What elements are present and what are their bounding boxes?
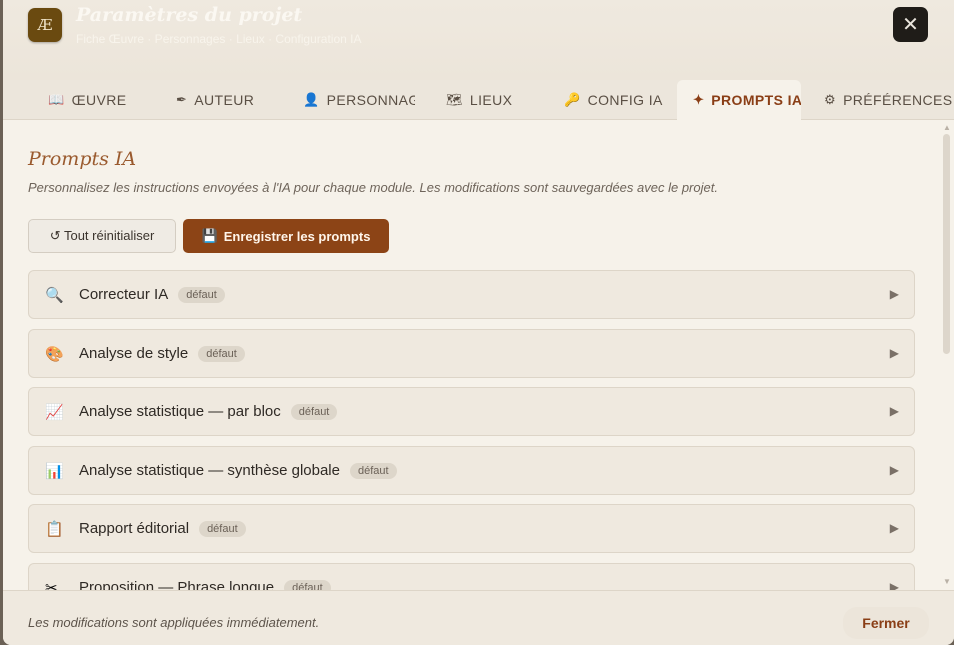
scroll-thumb[interactable]: [943, 134, 950, 354]
default-badge: défaut: [349, 462, 397, 479]
save-prompts-label: Enregistrer les prompts: [223, 228, 371, 244]
tab-preferences[interactable]: ⚙ PRÉFÉRENCES: [824, 80, 952, 120]
tab-prompts-ia[interactable]: ✦ PROMPTS IA: [677, 80, 801, 120]
content-area: Prompts IA Personnalisez les instruction…: [3, 120, 941, 590]
tab-label: PROMPTS IA: [711, 92, 801, 108]
sparkle-icon: ✦: [693, 92, 705, 107]
content-scrollbar[interactable]: ▲ ▼: [940, 120, 954, 590]
magnifier-icon: 🔍: [45, 286, 64, 304]
key-icon: 🔑: [564, 92, 581, 107]
prompt-label: Rapport éditorial: [79, 520, 190, 537]
tab-label: ŒUVRE: [71, 92, 127, 108]
section-description: Personnalisez les instructions envoyées …: [28, 180, 718, 195]
prompt-label: Analyse statistique — synthèse globale: [79, 462, 340, 479]
expand-arrow-icon: ▶: [889, 463, 899, 477]
tab-lieux[interactable]: 🗺 LIEUX: [446, 80, 546, 120]
clipboard-icon: 📋: [45, 520, 64, 538]
scroll-down-icon[interactable]: ▼: [943, 577, 951, 586]
map-icon: 🗺: [446, 92, 463, 107]
modal-footer: Les modifications sont appliquées immédi…: [3, 590, 954, 645]
tab-oeuvre[interactable]: 📖 ŒUVRE: [48, 80, 158, 120]
prompt-item-style[interactable]: 🎨 Analyse de style défaut ▶: [28, 329, 915, 378]
scroll-up-icon[interactable]: ▲: [943, 123, 951, 132]
expand-arrow-icon: ▶: [889, 580, 899, 590]
tab-label: AUTEUR: [194, 92, 255, 108]
tab-label: PERSONNAGES: [326, 92, 415, 108]
settings-modal: Æ Paramètres du projet Fiche Œuvre · Per…: [3, 0, 954, 645]
modal-title: Paramètres du projet: [76, 4, 303, 26]
section-title: Prompts IA: [28, 148, 137, 170]
modal-subtitle: Fiche Œuvre · Personnages · Lieux · Conf…: [76, 32, 362, 46]
gear-icon: ⚙: [824, 92, 837, 107]
prompt-item-stats-globale[interactable]: 📊 Analyse statistique — synthèse globale…: [28, 446, 915, 495]
expand-arrow-icon: ▶: [889, 521, 899, 535]
default-badge: défaut: [199, 520, 246, 537]
pen-icon: ✒: [176, 92, 188, 107]
modal-header: Æ Paramètres du projet Fiche Œuvre · Per…: [3, 0, 954, 80]
line-chart-icon: 📈: [45, 403, 64, 421]
tab-bar: 📖 ŒUVRE ✒ AUTEUR 👤 PERSONNAGES 🗺 LIEUX 🔑…: [3, 80, 954, 120]
prompt-label: Correcteur IA: [79, 286, 169, 303]
tab-label: PRÉFÉRENCES: [843, 92, 952, 108]
expand-arrow-icon: ▶: [889, 287, 899, 301]
expand-arrow-icon: ▶: [889, 346, 899, 360]
prompt-label: Proposition — Phrase longue: [79, 579, 275, 590]
tab-config-ia[interactable]: 🔑 CONFIG IA: [564, 80, 674, 120]
palette-icon: 🎨: [45, 345, 64, 363]
reset-all-button[interactable]: ↺ Tout réinitialiser: [28, 219, 176, 253]
prompt-item-stats-bloc[interactable]: 📈 Analyse statistique — par bloc défaut …: [28, 387, 915, 436]
tab-personnages[interactable]: 👤 PERSONNAGES: [303, 80, 415, 120]
close-icon: ✕: [902, 14, 919, 36]
prompt-item-correcteur[interactable]: 🔍 Correcteur IA défaut ▶: [28, 270, 915, 319]
footer-note: Les modifications sont appliquées immédi…: [28, 615, 320, 630]
default-badge: défaut: [284, 579, 331, 590]
expand-arrow-icon: ▶: [889, 404, 899, 418]
person-icon: 👤: [303, 92, 320, 107]
prompt-label: Analyse de style: [79, 345, 189, 362]
prompt-item-rapport[interactable]: 📋 Rapport éditorial défaut ▶: [28, 504, 915, 553]
save-prompts-button[interactable]: 💾 Enregistrer les prompts: [183, 219, 389, 253]
tab-label: LIEUX: [469, 92, 513, 108]
prompt-label: Analyse statistique — par bloc: [79, 403, 281, 420]
default-badge: défaut: [198, 345, 245, 362]
app-logo: Æ: [28, 8, 62, 42]
scissors-icon: ✂: [45, 579, 58, 591]
tab-label: CONFIG IA: [587, 92, 663, 108]
prompt-item-phrase-longue[interactable]: ✂ Proposition — Phrase longue défaut ▶: [28, 563, 915, 590]
floppy-disk-icon: 💾: [201, 228, 218, 243]
close-modal-button[interactable]: Fermer: [843, 607, 929, 639]
default-badge: défaut: [178, 286, 225, 303]
default-badge: défaut: [290, 403, 338, 420]
tab-auteur[interactable]: ✒ AUTEUR: [176, 80, 286, 120]
close-button[interactable]: ✕: [893, 7, 928, 42]
bar-chart-icon: 📊: [45, 462, 64, 480]
book-icon: 📖: [48, 92, 65, 107]
